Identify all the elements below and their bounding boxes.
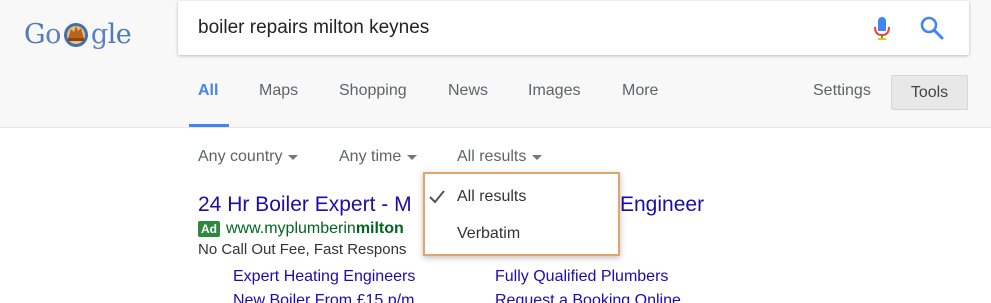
menu-item-all-results[interactable]: All results [457,188,526,206]
search-tools-filters: Any country Any time All results [0,145,991,169]
sitelink-request-booking[interactable]: Request a Booking Online [495,292,681,303]
tab-shopping[interactable]: Shopping [339,82,407,100]
checkmark-icon [429,190,445,204]
sitelink-qualified-plumbers[interactable]: Fully Qualified Plumbers [495,268,668,286]
time-filter[interactable]: Any time [339,148,418,166]
tab-news[interactable]: News [448,82,488,100]
menu-item-verbatim[interactable]: Verbatim [457,225,520,243]
search-results-page: Go gle All Maps Shop [0,0,991,303]
header: Go gle All Maps Shop [0,0,991,128]
country-filter[interactable]: Any country [198,148,299,166]
settings-link[interactable]: Settings [813,82,871,100]
active-tab-indicator [189,124,229,127]
search-input[interactable] [198,14,858,42]
doodle-icon [63,23,88,47]
caret-down-icon [288,154,299,160]
ad-title[interactable]: 24 Hr Boiler Expert - M [198,193,412,217]
ad-title-end[interactable]: Engineer [620,193,704,217]
search-icon[interactable] [918,14,946,42]
google-doodle-logo[interactable]: Go g le [24,14,132,54]
caret-down-icon [407,154,418,160]
tools-button[interactable]: Tools [891,75,968,110]
tab-all[interactable]: All [198,82,218,100]
ad-url[interactable]: www.myplumberinmilton [226,220,404,238]
sitelink-expert-heating[interactable]: Expert Heating Engineers [233,268,415,286]
search-tabs: All Maps Shopping News Images More Setti… [0,72,991,128]
ad-badge: Ad [198,221,220,237]
ad-url-line: Ad www.myplumberinmilton [198,220,404,238]
ad-description: No Call Out Fee, Fast Respons [198,241,407,258]
tab-more[interactable]: More [622,82,658,100]
results-dropdown-menu: All results Verbatim [423,172,620,256]
sitelink-new-boiler[interactable]: New Boiler From £15 p/m [233,292,414,303]
results-filter[interactable]: All results [457,148,543,166]
tab-maps[interactable]: Maps [259,82,298,100]
tab-images[interactable]: Images [528,82,580,100]
microphone-icon[interactable] [871,15,893,41]
caret-down-icon [532,154,543,160]
search-box [178,1,969,55]
